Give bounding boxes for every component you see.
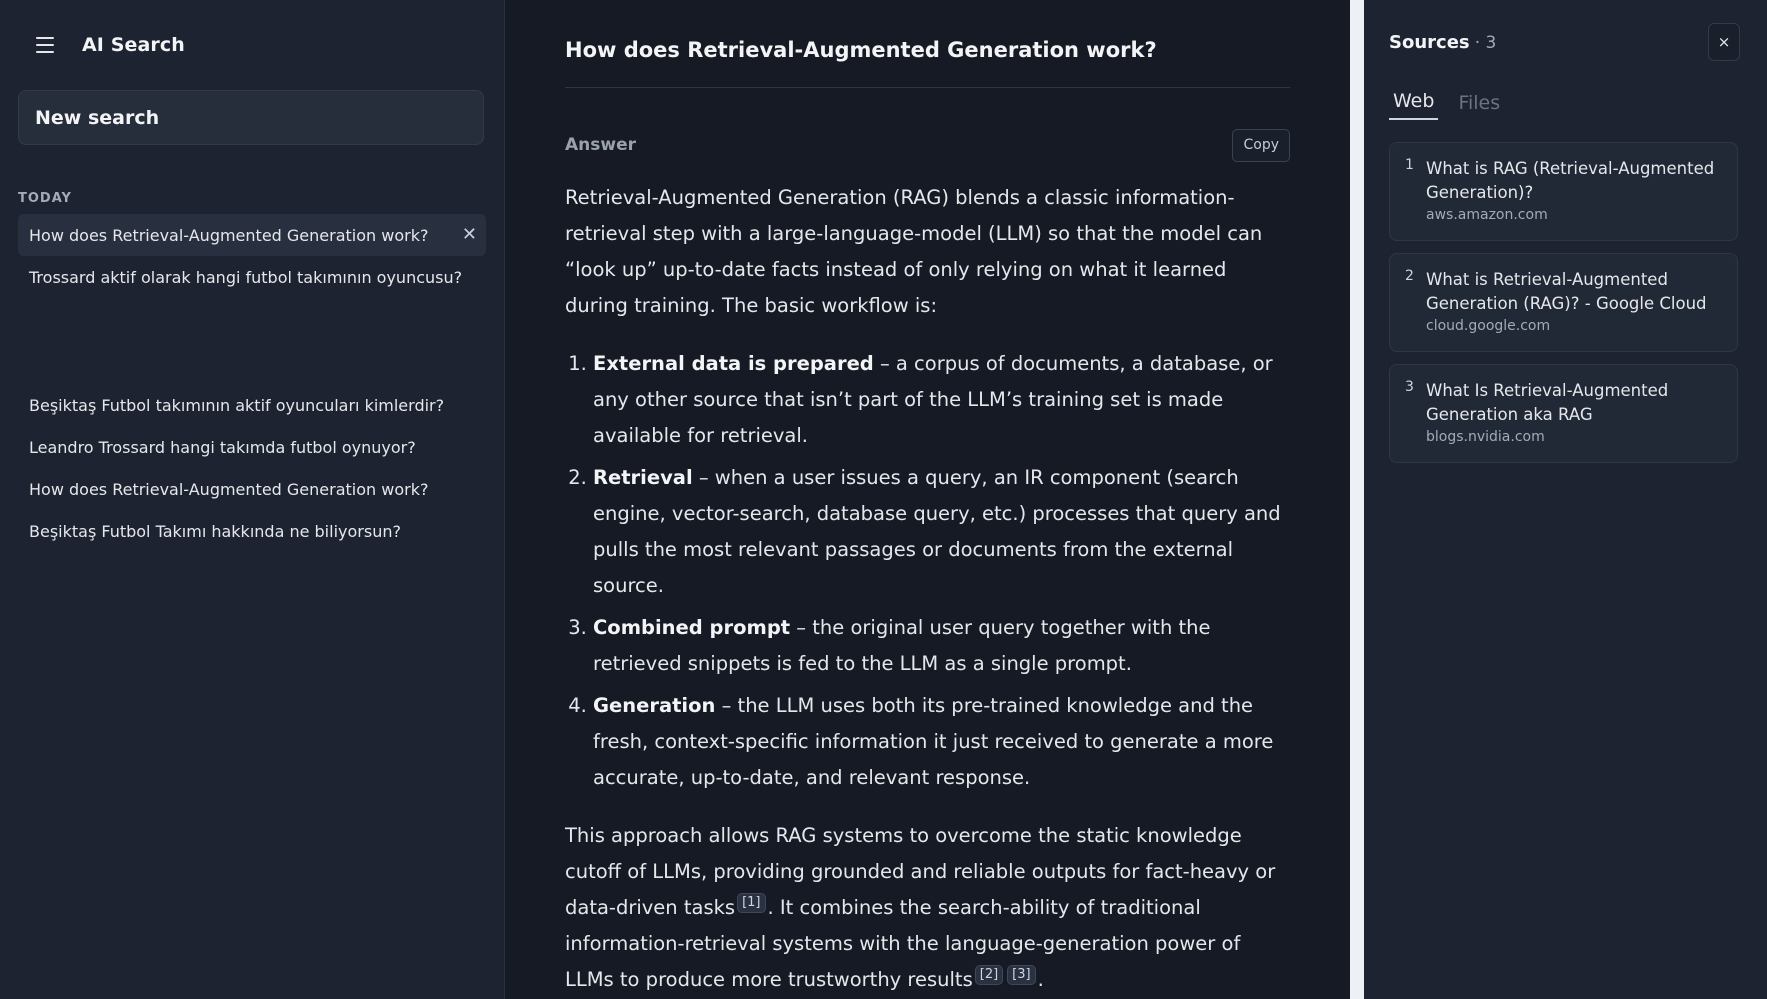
- history-item[interactable]: Trossard aktif olarak hangi futbol takım…: [18, 256, 486, 298]
- sources-list: 1 What is RAG (Retrieval-Augmented Gener…: [1389, 142, 1740, 463]
- step-text: – when a user issues a query, an IR comp…: [593, 466, 1281, 597]
- history-item-label: How does Retrieval-Augmented Generation …: [29, 479, 429, 499]
- workflow-step: Retrieval – when a user issues a query, …: [593, 460, 1290, 604]
- source-card[interactable]: 3 What Is Retrieval-Augmented Generation…: [1389, 364, 1738, 463]
- history-section-label: TODAY: [18, 191, 72, 206]
- history-item-label: Leandro Trossard hangi takımda futbol oy…: [29, 437, 416, 457]
- answer-header: Answer Copy: [565, 128, 1290, 162]
- app-title: AI Search: [82, 34, 185, 56]
- answer-label: Answer: [565, 135, 636, 155]
- conclusion-end: .: [1037, 968, 1044, 991]
- source-title: What is Retrieval-Augmented Generation (…: [1426, 270, 1707, 313]
- workflow-steps: External data is prepared – a corpus of …: [593, 346, 1290, 796]
- source-domain: blogs.nvidia.com: [1426, 429, 1545, 445]
- sources-heading: Sources · 3: [1389, 32, 1496, 53]
- source-number: 2: [1405, 268, 1414, 284]
- history-item-label: How does Retrieval-Augmented Generation …: [29, 225, 429, 245]
- history-item-active[interactable]: How does Retrieval-Augmented Generation …: [18, 214, 486, 256]
- history-item[interactable]: Beşiktaş Futbol Takımı hakkında ne biliy…: [18, 510, 486, 552]
- tab-files[interactable]: Files: [1454, 92, 1504, 120]
- history-item-label: Beşiktaş Futbol takımının aktif oyuncula…: [29, 395, 445, 415]
- source-number: 1: [1405, 157, 1414, 173]
- citation-1[interactable]: [1]: [737, 893, 766, 913]
- sources-title: Sources: [1389, 31, 1470, 53]
- history-item[interactable]: How does Retrieval-Augmented Generation …: [18, 468, 486, 510]
- source-title: What Is Retrieval-Augmented Generation a…: [1426, 381, 1669, 424]
- source-domain: cloud.google.com: [1426, 318, 1551, 334]
- copy-button[interactable]: Copy: [1232, 128, 1290, 162]
- history-item-label: Trossard aktif olarak hangi futbol takım…: [29, 267, 463, 287]
- answer-body: Retrieval-Augmented Generation (RAG) ble…: [565, 180, 1290, 998]
- sources-panel: Sources · 3 × Web Files 1 What is RAG (R…: [1364, 0, 1767, 999]
- step-title: External data is prepared: [593, 352, 874, 375]
- sources-tabs: Web Files: [1389, 84, 1740, 120]
- step-title: Generation: [593, 694, 716, 717]
- source-card[interactable]: 1 What is RAG (Retrieval-Augmented Gener…: [1389, 142, 1738, 241]
- question-title: How does Retrieval-Augmented Generation …: [565, 0, 1290, 88]
- main-content: How does Retrieval-Augmented Generation …: [505, 0, 1350, 999]
- source-domain: aws.amazon.com: [1426, 207, 1548, 223]
- step-title: Retrieval: [593, 466, 693, 489]
- close-panel-button[interactable]: ×: [1708, 23, 1740, 61]
- new-search-input[interactable]: [18, 90, 484, 145]
- history-today-list: How does Retrieval-Augmented Generation …: [18, 214, 486, 298]
- workflow-step: Combined prompt – the original user quer…: [593, 610, 1290, 682]
- sources-count: · 3: [1474, 32, 1497, 53]
- close-icon[interactable]: ✕: [462, 224, 477, 245]
- sidebar: AI Search TODAY How does Retrieval-Augme…: [0, 0, 505, 999]
- workflow-step: External data is prepared – a corpus of …: [593, 346, 1290, 454]
- hamburger-icon[interactable]: [36, 37, 54, 53]
- app-window: AI Search TODAY How does Retrieval-Augme…: [0, 0, 1767, 999]
- history-item[interactable]: Leandro Trossard hangi takımda futbol oy…: [18, 426, 486, 468]
- source-title: What is RAG (Retrieval-Augmented Generat…: [1426, 159, 1715, 202]
- source-card[interactable]: 2 What is Retrieval-Augmented Generation…: [1389, 253, 1738, 352]
- citation-3[interactable]: [3]: [1007, 965, 1036, 985]
- history-older-list: Beşiktaş Futbol takımının aktif oyuncula…: [18, 384, 486, 552]
- history-item-label: Beşiktaş Futbol Takımı hakkında ne biliy…: [29, 521, 401, 541]
- close-icon: ×: [1717, 33, 1731, 51]
- step-title: Combined prompt: [593, 616, 791, 639]
- sidebar-header: AI Search: [18, 0, 486, 90]
- source-number: 3: [1405, 379, 1414, 395]
- panel-divider[interactable]: [1350, 0, 1364, 999]
- tab-web[interactable]: Web: [1389, 90, 1439, 120]
- answer-conclusion: This approach allows RAG systems to over…: [565, 818, 1290, 998]
- history-item[interactable]: Beşiktaş Futbol takımının aktif oyuncula…: [18, 384, 486, 426]
- answer-intro: Retrieval-Augmented Generation (RAG) ble…: [565, 186, 1263, 317]
- sources-header: Sources · 3 ×: [1389, 0, 1740, 84]
- citation-2[interactable]: [2]: [974, 965, 1004, 985]
- workflow-step: Generation – the LLM uses both its pre-t…: [593, 688, 1290, 796]
